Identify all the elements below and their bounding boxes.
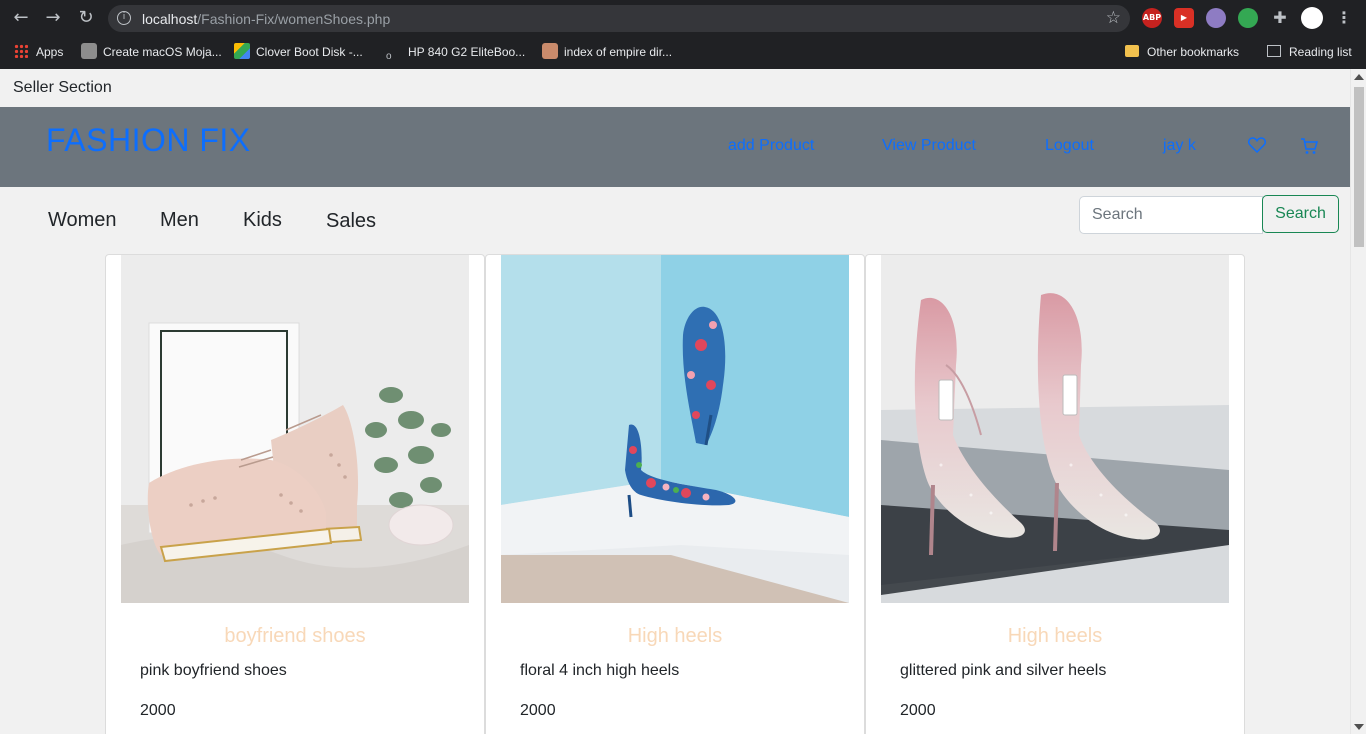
product-card[interactable]: High heels glittered pink and silver hee… bbox=[865, 254, 1245, 734]
url-host: localhost bbox=[142, 11, 198, 27]
product-image-floral-heels[interactable] bbox=[501, 255, 849, 603]
bookmark-label: Create macOS Moja... bbox=[103, 45, 222, 59]
product-card[interactable]: High heels floral 4 inch high heels 2000 bbox=[485, 254, 865, 734]
product-title: High heels bbox=[627, 625, 723, 647]
address-bar[interactable]: i localhost/Fashion-Fix/womenShoes.php ☆ bbox=[108, 5, 1130, 32]
product-title: boyfriend shoes bbox=[224, 625, 366, 647]
search-input[interactable] bbox=[1079, 196, 1263, 234]
category-men[interactable]: Men bbox=[160, 209, 199, 232]
menu-dots-icon[interactable]: ⋮ bbox=[1334, 8, 1354, 28]
hp-favicon-icon: o bbox=[386, 51, 392, 62]
bookmark-label: Clover Boot Disk -... bbox=[256, 45, 363, 59]
video-extension-icon[interactable]: ▶ bbox=[1174, 8, 1194, 28]
search-button[interactable]: Search bbox=[1262, 195, 1339, 233]
profile-avatar[interactable] bbox=[1301, 7, 1323, 29]
browser-chrome: ← → ↻ i localhost/Fashion-Fix/womenShoes… bbox=[0, 0, 1366, 69]
top-navbar: FASHION FIX add Product View Product Log… bbox=[0, 107, 1350, 187]
scroll-down-arrow-icon[interactable] bbox=[1354, 724, 1364, 730]
bookmarks-bar: Apps Create macOS Moja... Clover Boot Di… bbox=[0, 36, 1366, 69]
bookmark-label: Reading list bbox=[1289, 45, 1352, 59]
page-content: Seller Section FASHION FIX add Product V… bbox=[0, 69, 1350, 734]
category-women[interactable]: Women bbox=[48, 209, 117, 232]
info-icon[interactable]: i bbox=[117, 11, 131, 25]
seller-bar: Seller Section bbox=[0, 69, 1350, 107]
reading-list-icon bbox=[1267, 45, 1281, 57]
page-scrollbar[interactable] bbox=[1350, 69, 1366, 734]
product-image-boyfriend-shoes[interactable] bbox=[121, 255, 469, 603]
nav-add-product[interactable]: add Product bbox=[728, 137, 814, 155]
seller-section-label: Seller Section bbox=[13, 79, 112, 96]
scroll-thumb[interactable] bbox=[1354, 87, 1364, 247]
bookmark-label: Other bookmarks bbox=[1147, 45, 1240, 59]
drive-favicon-icon bbox=[234, 43, 250, 59]
puzzle-extensions-icon[interactable]: ✚ bbox=[1270, 8, 1290, 28]
product-image-glitter-heels[interactable] bbox=[881, 255, 1229, 603]
bookmark-empire[interactable]: index of empire dir... bbox=[542, 42, 672, 62]
bookmark-label: HP 840 G2 EliteBoo... bbox=[408, 45, 526, 59]
address-row: ← → ↻ i localhost/Fashion-Fix/womenShoes… bbox=[0, 0, 1366, 36]
adblock-extension-icon[interactable]: ABP bbox=[1142, 8, 1162, 28]
bookmark-hp[interactable]: o HP 840 G2 EliteBoo... bbox=[386, 42, 525, 62]
product-description: pink boyfriend shoes bbox=[140, 662, 287, 679]
product-price: 2000 bbox=[140, 702, 176, 719]
heart-icon[interactable] bbox=[1248, 137, 1266, 153]
bookmark-macos[interactable]: Create macOS Moja... bbox=[81, 42, 222, 62]
bookmark-label: index of empire dir... bbox=[564, 45, 673, 59]
cart-icon[interactable] bbox=[1300, 137, 1318, 155]
reading-list[interactable]: Reading list bbox=[1267, 42, 1352, 62]
bookmark-apps[interactable]: Apps bbox=[14, 42, 63, 62]
macos-favicon-icon bbox=[81, 43, 97, 59]
category-kids[interactable]: Kids bbox=[243, 209, 282, 232]
scroll-up-arrow-icon[interactable] bbox=[1354, 74, 1364, 80]
product-title: High heels bbox=[1007, 625, 1103, 647]
product-price: 2000 bbox=[900, 702, 936, 719]
bookmark-other[interactable]: Other bookmarks bbox=[1125, 42, 1239, 62]
nav-logout[interactable]: Logout bbox=[1045, 137, 1094, 155]
product-description: glittered pink and silver heels bbox=[900, 662, 1107, 679]
bookmark-clover[interactable]: Clover Boot Disk -... bbox=[234, 42, 363, 62]
back-arrow-icon[interactable]: ← bbox=[9, 6, 33, 30]
url-text[interactable]: localhost/Fashion-Fix/womenShoes.php bbox=[142, 11, 390, 27]
empire-favicon-icon bbox=[542, 43, 558, 59]
nav-view-product[interactable]: View Product bbox=[882, 137, 976, 155]
folder-icon bbox=[1125, 45, 1139, 57]
apps-grid-icon bbox=[14, 44, 28, 58]
globe-extension-icon[interactable] bbox=[1238, 8, 1258, 28]
bookmark-star-icon[interactable]: ☆ bbox=[1106, 8, 1121, 28]
product-price: 2000 bbox=[520, 702, 556, 719]
brand-logo[interactable]: FASHION FIX bbox=[46, 122, 251, 159]
nav-user[interactable]: jay k bbox=[1163, 137, 1196, 155]
reload-icon[interactable]: ↻ bbox=[74, 6, 98, 30]
forward-arrow-icon[interactable]: → bbox=[41, 6, 65, 30]
sphere-extension-icon[interactable] bbox=[1206, 8, 1226, 28]
category-bar: Women Men Kids Sales Search bbox=[0, 187, 1350, 253]
product-card[interactable]: boyfriend shoes pink boyfriend shoes 200… bbox=[105, 254, 485, 734]
category-sales[interactable]: Sales bbox=[326, 210, 376, 233]
url-path: /Fashion-Fix/womenShoes.php bbox=[197, 11, 391, 27]
product-description: floral 4 inch high heels bbox=[520, 662, 680, 679]
bookmark-label: Apps bbox=[36, 45, 64, 59]
